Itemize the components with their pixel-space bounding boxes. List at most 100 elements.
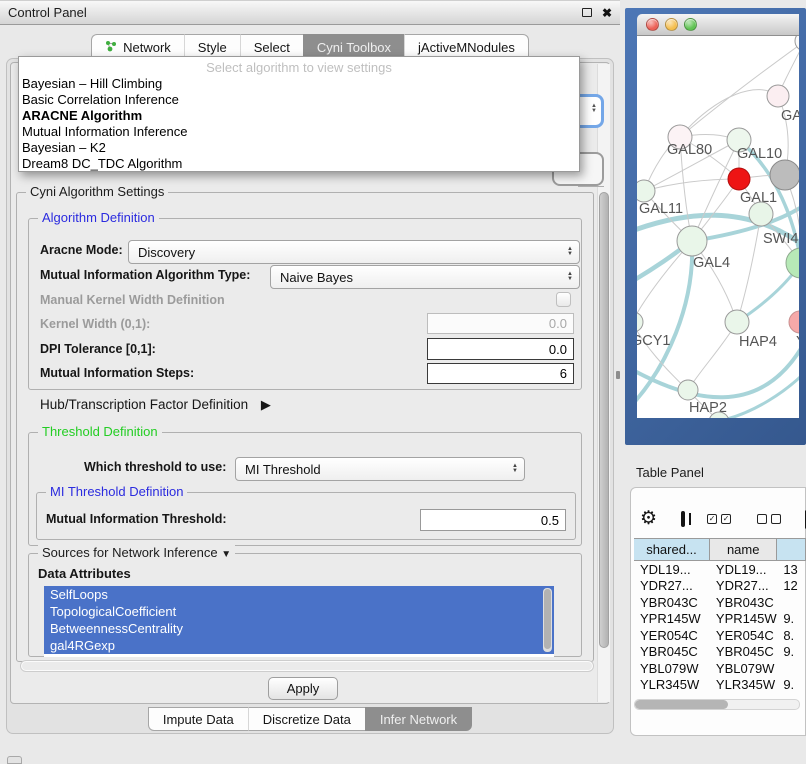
network-node-gal1[interactable] bbox=[728, 168, 750, 190]
stepper-arrows-icon: ▲▼ bbox=[506, 464, 518, 474]
zoom-window-button[interactable] bbox=[684, 18, 697, 31]
attribute-list-item[interactable]: gal4RGexp bbox=[44, 637, 554, 654]
tab-impute-data[interactable]: Impute Data bbox=[148, 707, 248, 731]
table-cell: YIL052C bbox=[634, 693, 710, 697]
expand-right-icon: ▶ bbox=[261, 397, 271, 412]
manual-kernel-checkbox[interactable] bbox=[556, 292, 571, 307]
table-scrollbar-thumb[interactable] bbox=[635, 700, 728, 709]
network-node[interactable] bbox=[770, 160, 799, 190]
tab-discretize-data[interactable]: Discretize Data bbox=[248, 707, 365, 731]
close-icon[interactable]: ✖ bbox=[602, 8, 612, 18]
algorithm-option[interactable]: Mutual Information Inference bbox=[19, 124, 579, 140]
algorithm-popup-list: Bayesian – Hill ClimbingBasic Correlatio… bbox=[19, 76, 579, 172]
table-cell: YER054C bbox=[710, 627, 777, 644]
table-cell: 13 bbox=[777, 561, 806, 578]
data-attributes-list[interactable]: SelfLoopsTopologicalCoefficientBetweenne… bbox=[44, 586, 554, 657]
select-all-columns-icon[interactable]: ✓✓ bbox=[707, 514, 735, 524]
hub-definition-toggle[interactable]: Hub/Transcription Factor Definition ▶ bbox=[40, 397, 271, 413]
algorithm-option[interactable]: Basic Correlation Inference bbox=[19, 92, 579, 108]
mi-type-combo[interactable]: Naive Bayes ▲▼ bbox=[270, 265, 580, 289]
table-cell: YBL079W bbox=[634, 660, 710, 677]
minimize-window-button[interactable] bbox=[665, 18, 678, 31]
network-node-gal[interactable] bbox=[767, 85, 789, 107]
mi-type-value: Naive Bayes bbox=[280, 270, 353, 285]
table-header-row: shared...name bbox=[634, 538, 806, 561]
control-panel-title: Control Panel bbox=[8, 5, 87, 20]
horizontal-scrollbar-track[interactable] bbox=[20, 660, 594, 672]
network-node-y[interactable] bbox=[789, 311, 799, 333]
algorithm-option[interactable]: Bayesian – Hill Climbing bbox=[19, 76, 579, 92]
network-node-gcy1[interactable] bbox=[637, 312, 643, 332]
network-node-hap4[interactable] bbox=[725, 310, 749, 334]
table-cell: 9. bbox=[777, 644, 806, 661]
table-cell: 12 bbox=[777, 578, 806, 595]
mi-threshold-field[interactable]: 0.5 bbox=[420, 509, 566, 531]
table-cell: YLR345W bbox=[634, 677, 710, 694]
split-pane-handle[interactable] bbox=[616, 371, 620, 379]
table-row[interactable]: YBL079WYBL079W bbox=[634, 660, 806, 677]
algorithm-option[interactable]: Bayesian – K2 bbox=[19, 140, 579, 156]
table-cell: 9 bbox=[777, 693, 806, 697]
manual-kernel-label: Manual Kernel Width Definition bbox=[40, 293, 225, 307]
attribute-list-item[interactable]: SelfLoops bbox=[44, 586, 554, 603]
attribute-list-item[interactable]: TopologicalCoefficient bbox=[44, 603, 554, 620]
algorithm-option[interactable]: Dream8 DC_TDC Algorithm bbox=[19, 156, 579, 172]
table-cell: YBR045C bbox=[634, 644, 710, 661]
table-cell: YPR145W bbox=[634, 611, 710, 628]
table-scrollbar-track[interactable] bbox=[634, 699, 800, 710]
network-canvas[interactable]: GALGAL80GAL10GAL1GAL11SWI4GAL4GCY1HAP4YH… bbox=[637, 36, 799, 418]
column-header-cut[interactable] bbox=[777, 539, 806, 560]
horizontal-scrollbar-thumb[interactable] bbox=[22, 662, 592, 670]
deselect-all-columns-icon[interactable] bbox=[757, 514, 785, 524]
which-threshold-value: MI Threshold bbox=[245, 462, 321, 477]
algorithm-option[interactable]: ARACNE Algorithm bbox=[19, 108, 579, 124]
list-scrollbar-track[interactable] bbox=[543, 588, 552, 652]
node-label: GAL bbox=[781, 108, 799, 124]
table-row[interactable]: YDL19...YDL19...13 bbox=[634, 561, 806, 578]
table-cell: YDL19... bbox=[634, 561, 710, 578]
float-window-icon[interactable] bbox=[582, 8, 592, 17]
network-node-hap2[interactable] bbox=[678, 380, 698, 400]
dpi-tolerance-field[interactable]: 0.0 bbox=[427, 338, 574, 360]
node-label: GAL80 bbox=[667, 142, 712, 158]
column-header-name[interactable]: name bbox=[710, 539, 777, 560]
table-cell: YPR145W bbox=[710, 611, 777, 628]
close-window-button[interactable] bbox=[646, 18, 659, 31]
table-cell bbox=[777, 660, 806, 677]
table-row[interactable]: YDR27...YDR27...12 bbox=[634, 578, 806, 595]
table-row[interactable]: YIL052CYIL052C9 bbox=[634, 693, 806, 697]
tab-infer-network[interactable]: Infer Network bbox=[365, 707, 472, 731]
mi-steps-field[interactable]: 6 bbox=[427, 363, 574, 384]
table-row[interactable]: YBR045CYBR045C9. bbox=[634, 644, 806, 661]
network-node[interactable] bbox=[786, 248, 799, 278]
network-window-titlebar[interactable] bbox=[637, 14, 799, 36]
split-columns-icon[interactable] bbox=[681, 511, 685, 527]
aracne-mode-value: Discovery bbox=[138, 245, 195, 260]
table-row[interactable]: YBR043CYBR043C bbox=[634, 594, 806, 611]
bottom-tabs: Impute DataDiscretize DataInfer Network bbox=[0, 707, 620, 731]
settings-gear-icon[interactable]: ⚙ bbox=[640, 509, 657, 529]
table-row[interactable]: YLR345WYLR345W9. bbox=[634, 677, 806, 694]
attribute-list-item[interactable]: BetweennessCentrality bbox=[44, 620, 554, 637]
network-node-swi4[interactable] bbox=[749, 202, 773, 226]
vertical-scrollbar-thumb[interactable] bbox=[599, 192, 609, 648]
network-node-gal4[interactable] bbox=[677, 226, 707, 256]
table-row[interactable]: YPR145WYPR145W9. bbox=[634, 611, 806, 628]
which-threshold-combo[interactable]: MI Threshold ▲▼ bbox=[235, 457, 525, 481]
table-cell: 8. bbox=[777, 627, 806, 644]
network-node-gal11[interactable] bbox=[637, 180, 655, 202]
tab-label: Style bbox=[198, 40, 227, 55]
apply-button[interactable]: Apply bbox=[268, 677, 338, 700]
kernel-width-field[interactable]: 0.0 bbox=[427, 313, 574, 334]
minimized-panel-icon[interactable] bbox=[7, 756, 22, 764]
list-scrollbar-thumb[interactable] bbox=[544, 589, 551, 649]
network-graph[interactable]: GALGAL80GAL10GAL1GAL11SWI4GAL4GCY1HAP4YH… bbox=[637, 36, 799, 418]
aracne-mode-combo[interactable]: Discovery ▲▼ bbox=[128, 240, 580, 264]
aracne-mode-label: Aracne Mode: bbox=[40, 243, 123, 257]
algorithm-definition-legend: Algorithm Definition bbox=[38, 210, 159, 225]
table-row[interactable]: YER054CYER054C8. bbox=[634, 627, 806, 644]
sources-legend-toggle[interactable]: Sources for Network Inference ▼ bbox=[38, 545, 235, 560]
column-header-shared...[interactable]: shared... bbox=[634, 539, 710, 560]
dpi-tolerance-label: DPI Tolerance [0,1]: bbox=[40, 342, 156, 356]
network-node[interactable] bbox=[795, 36, 799, 51]
